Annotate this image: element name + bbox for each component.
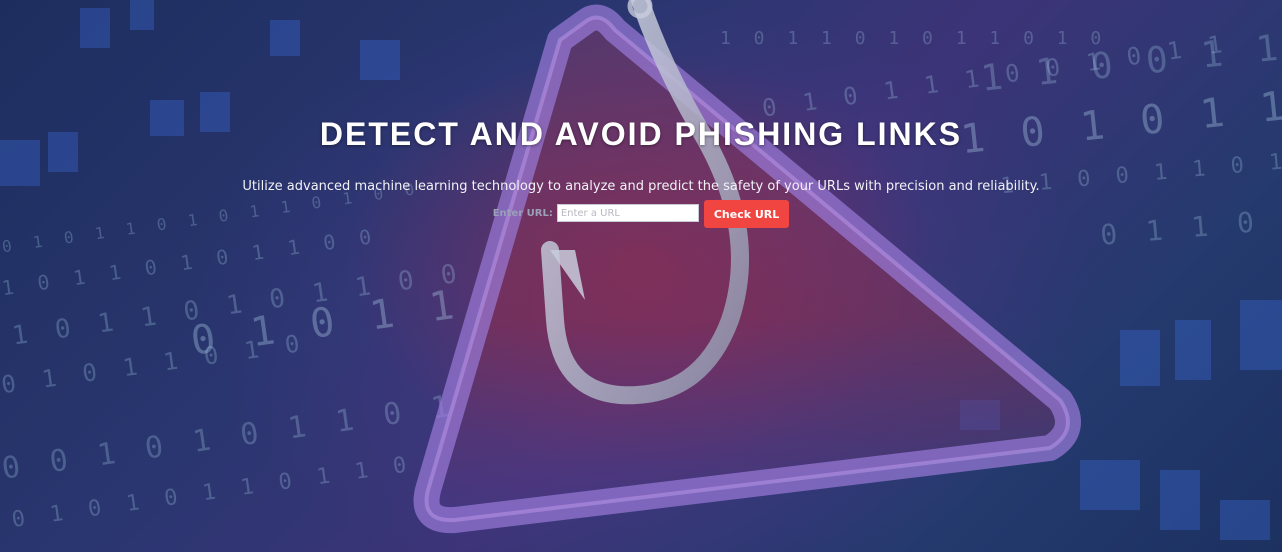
check-url-button[interactable]: Check URL	[703, 200, 790, 228]
page-subtitle: Utilize advanced machine learning techno…	[242, 179, 1040, 194]
hero-section: 1 0 1 1 0 1 0 1 1 0 1 0 0 1 0 1 1 1 0 0 …	[0, 0, 1282, 552]
url-check-form: Enter URL: Check URL	[0, 199, 1282, 229]
hero-content: DETECT AND AVOID PHISHING LINKS Utilize …	[0, 0, 1282, 552]
url-label: Enter URL:	[492, 207, 553, 219]
page-title: DETECT AND AVOID PHISHING LINKS	[319, 116, 963, 152]
url-input[interactable]	[556, 204, 699, 222]
